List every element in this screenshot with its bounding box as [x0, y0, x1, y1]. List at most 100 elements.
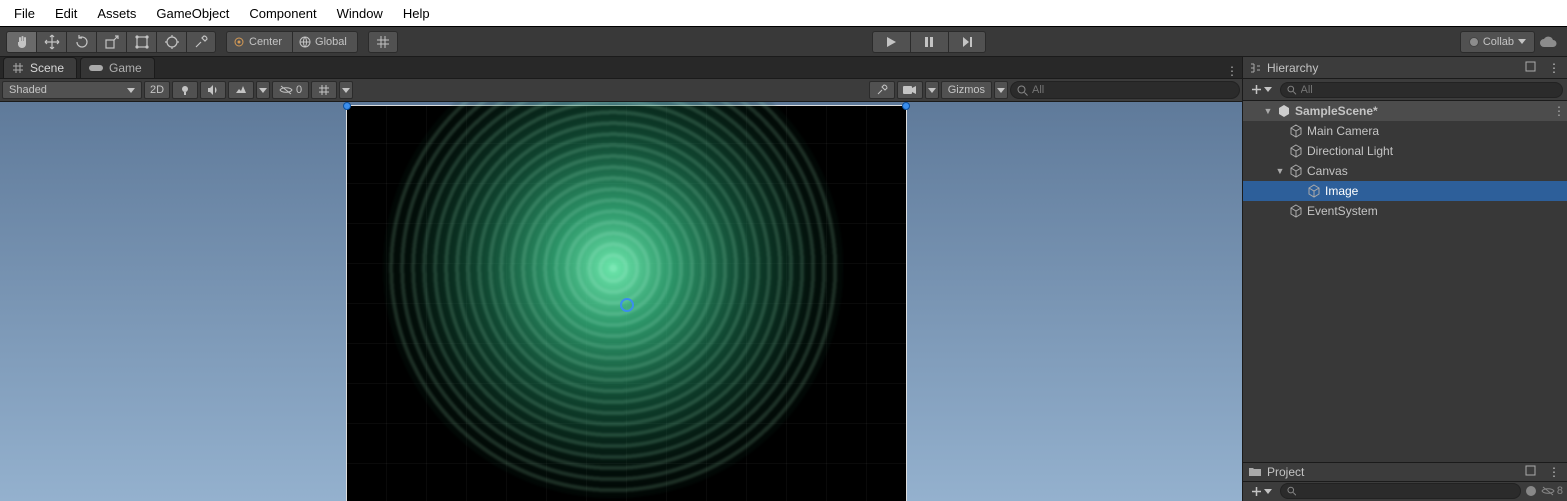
canvas-rect[interactable]: [346, 105, 907, 501]
rect-handle-tr[interactable]: [902, 102, 910, 110]
menu-edit[interactable]: Edit: [45, 4, 87, 23]
transform-tool-button[interactable]: [156, 31, 186, 53]
camera-settings-button[interactable]: [897, 81, 923, 99]
hierarchy-item-canvas[interactable]: ▼Canvas: [1243, 161, 1567, 181]
project-title: Project: [1267, 465, 1304, 479]
tab-scene[interactable]: Scene: [3, 57, 77, 78]
rect-handle-tl[interactable]: [343, 102, 351, 110]
play-button[interactable]: [872, 31, 910, 53]
hierarchy-tree: ▼ SampleScene* ⋮ Main Camera Directional …: [1243, 101, 1567, 462]
project-sub-toolbar: 8: [1243, 482, 1567, 501]
pivot-mode-label: Center: [249, 36, 282, 48]
hierarchy-scene-row[interactable]: ▼ SampleScene* ⋮: [1243, 101, 1567, 121]
pause-icon: [923, 36, 935, 48]
panel-menu-button[interactable]: ⋮: [1222, 64, 1242, 78]
camera-icon: [903, 85, 917, 95]
pivot-handle[interactable]: [620, 298, 634, 312]
foldout-icon[interactable]: ▼: [1263, 106, 1273, 116]
playback-group: [872, 31, 986, 53]
menu-assets[interactable]: Assets: [87, 4, 146, 23]
tools-settings-button[interactable]: [869, 81, 895, 99]
scene-search-input[interactable]: [1032, 84, 1233, 96]
move-tool-button[interactable]: [36, 31, 66, 53]
chevron-down-icon: [997, 88, 1005, 93]
search-icon: [1287, 85, 1297, 95]
snap-button[interactable]: [368, 31, 398, 53]
wrench-icon: [876, 84, 888, 96]
mode-2d-label: 2D: [150, 84, 164, 96]
eye-off-icon: [1541, 486, 1555, 496]
audio-icon: [207, 84, 219, 96]
grid-icon: [376, 35, 390, 49]
grid-toggle[interactable]: [311, 81, 337, 99]
favorite-icon[interactable]: [1525, 485, 1537, 497]
hierarchy-item-eventsystem[interactable]: EventSystem: [1243, 201, 1567, 221]
chevron-down-icon: [127, 88, 135, 93]
gizmos-dropdown-arrow[interactable]: [994, 81, 1008, 99]
rect-tool-button[interactable]: [126, 31, 156, 53]
audio-toggle[interactable]: [200, 81, 226, 99]
gizmos-label: Gizmos: [948, 84, 985, 96]
scene-tab-row: Scene Game ⋮: [0, 57, 1242, 79]
space-mode-button[interactable]: Global: [293, 31, 358, 53]
hidden-objects-toggle[interactable]: 0: [272, 81, 309, 99]
project-menu-button[interactable]: ⋮: [1547, 465, 1561, 479]
plus-icon: [1251, 486, 1262, 497]
scene-search[interactable]: [1010, 81, 1240, 99]
chevron-down-icon: [1264, 87, 1272, 92]
foldout-icon[interactable]: ▼: [1275, 166, 1285, 176]
collab-button[interactable]: Collab: [1460, 31, 1535, 53]
fx-toggle[interactable]: [228, 81, 254, 99]
light-icon: [179, 84, 191, 96]
step-button[interactable]: [948, 31, 986, 53]
hierarchy-title: Hierarchy: [1267, 61, 1318, 75]
rotate-tool-button[interactable]: [66, 31, 96, 53]
tab-scene-label: Scene: [30, 61, 64, 75]
pivot-mode-button[interactable]: Center: [226, 31, 293, 53]
project-search[interactable]: [1280, 483, 1521, 499]
hierarchy-search-input[interactable]: [1301, 84, 1557, 96]
folder-icon: [1249, 466, 1261, 477]
center-icon: [233, 36, 245, 48]
scene-row-menu[interactable]: ⋮: [1551, 104, 1567, 118]
project-add-button[interactable]: [1247, 486, 1276, 497]
hierarchy-sub-toolbar: [1243, 79, 1567, 101]
hierarchy-item-main-camera[interactable]: Main Camera: [1243, 121, 1567, 141]
chevron-down-icon: [259, 88, 267, 93]
lighting-toggle[interactable]: [172, 81, 198, 99]
maximize-icon: [1525, 61, 1536, 72]
hand-tool-button[interactable]: [6, 31, 36, 53]
grid-dropdown[interactable]: [339, 81, 353, 99]
menu-window[interactable]: Window: [327, 4, 393, 23]
tab-game[interactable]: Game: [80, 57, 155, 78]
project-maximize-button[interactable]: [1525, 465, 1541, 479]
search-icon: [1017, 85, 1028, 96]
camera-dropdown[interactable]: [925, 81, 939, 99]
mode-2d-toggle[interactable]: 2D: [144, 81, 170, 99]
gizmos-dropdown[interactable]: Gizmos: [941, 81, 992, 99]
hierarchy-add-button[interactable]: [1247, 84, 1276, 95]
project-hidden-toggle[interactable]: 8: [1541, 485, 1563, 497]
hierarchy-search[interactable]: [1280, 82, 1563, 98]
hierarchy-item-label: Image: [1325, 184, 1358, 198]
menu-help[interactable]: Help: [393, 4, 440, 23]
hierarchy-item-directional-light[interactable]: Directional Light: [1243, 141, 1567, 161]
project-search-input[interactable]: [1300, 485, 1513, 497]
scene-toolbar: Shaded 2D 0 Gizmos: [0, 79, 1242, 102]
fx-dropdown[interactable]: [256, 81, 270, 99]
scene-viewport[interactable]: [0, 102, 1242, 501]
shading-mode-dropdown[interactable]: Shaded: [2, 81, 142, 99]
custom-tool-button[interactable]: [186, 31, 216, 53]
hierarchy-item-image[interactable]: Image: [1243, 181, 1567, 201]
hierarchy-item-label: Directional Light: [1307, 144, 1393, 158]
scale-tool-button[interactable]: [96, 31, 126, 53]
menu-component[interactable]: Component: [239, 4, 326, 23]
maximize-icon: [1525, 465, 1536, 476]
pause-button[interactable]: [910, 31, 948, 53]
hierarchy-menu-button[interactable]: ⋮: [1547, 61, 1561, 75]
cloud-button[interactable]: [1535, 27, 1561, 56]
hierarchy-maximize-button[interactable]: [1525, 61, 1541, 75]
project-hidden-count: 8: [1557, 485, 1563, 497]
menu-file[interactable]: File: [4, 4, 45, 23]
menu-gameobject[interactable]: GameObject: [146, 4, 239, 23]
